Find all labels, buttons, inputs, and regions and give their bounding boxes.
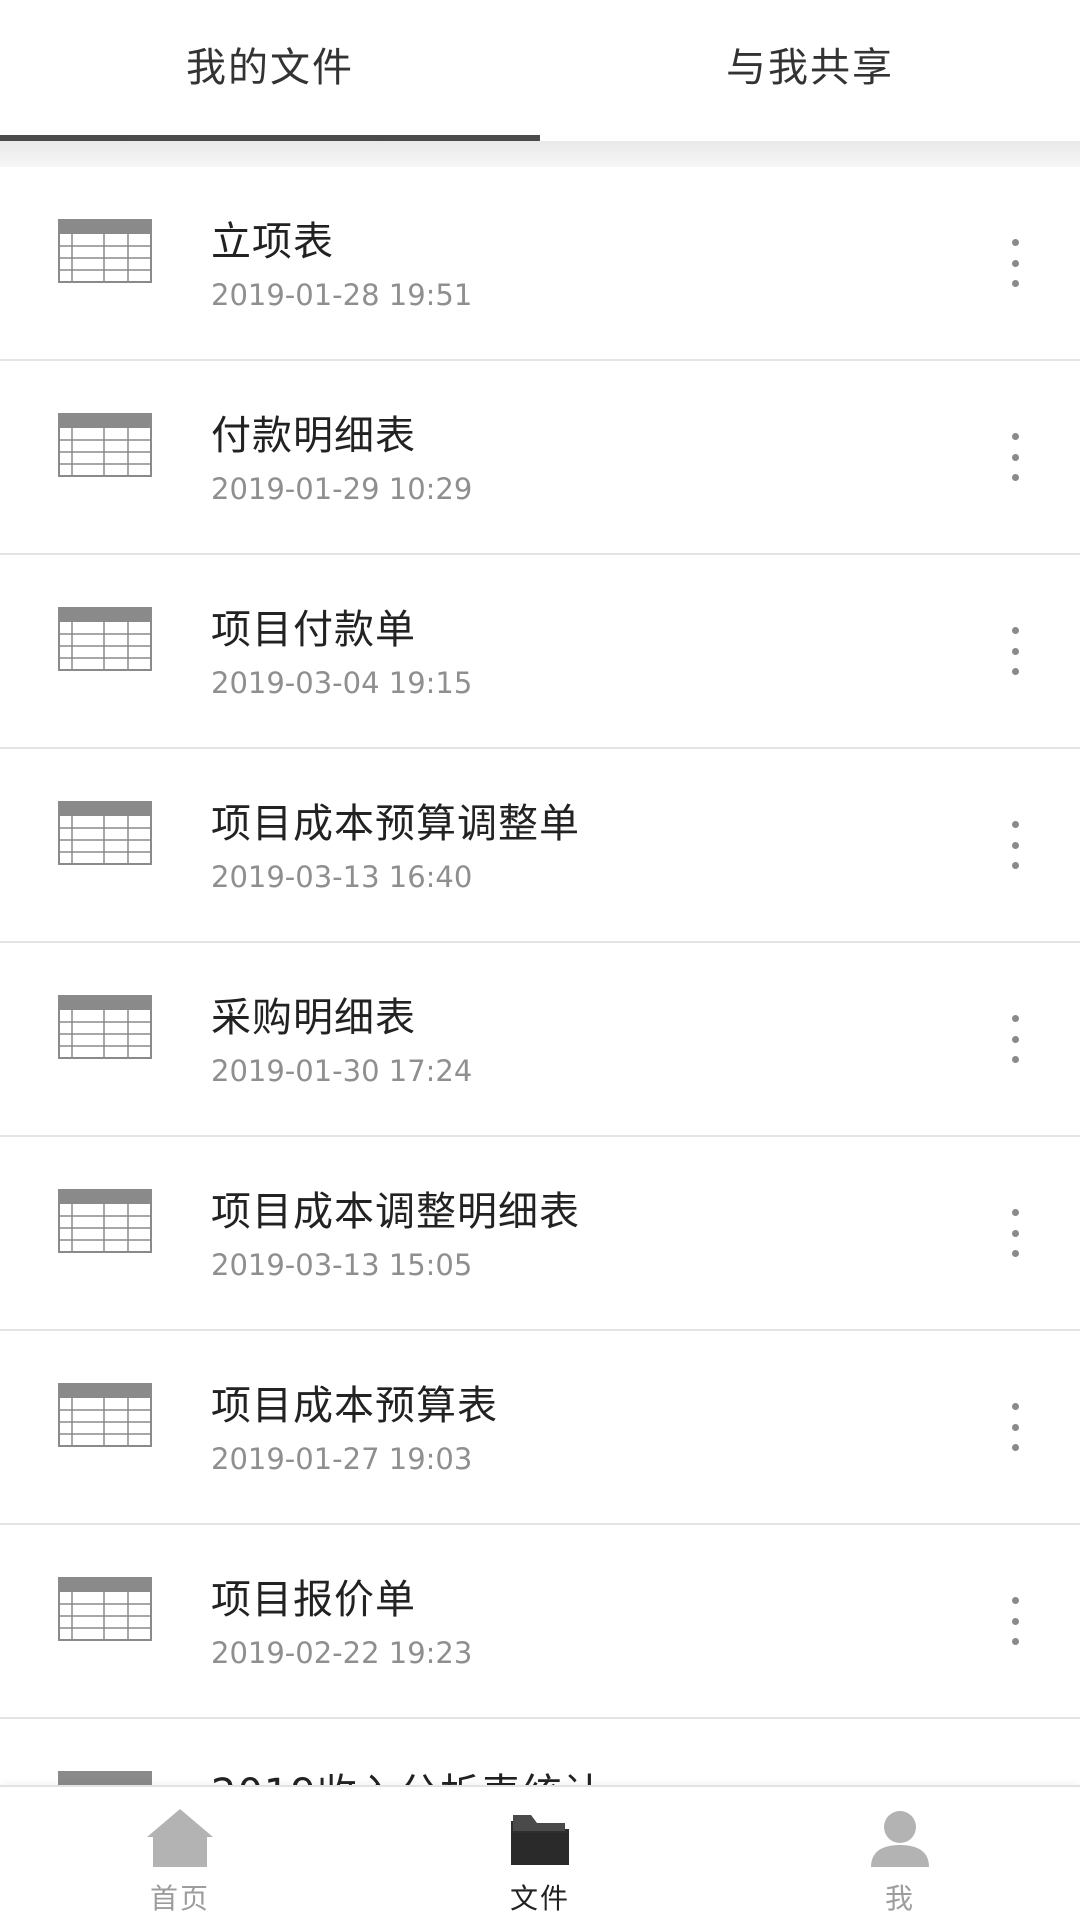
file-name: 项目付款单 xyxy=(211,607,416,653)
file-time: 2019-01-29 10:29 xyxy=(211,472,473,506)
spreadsheet-icon xyxy=(58,1383,152,1447)
file-name: 项目成本预算调整单 xyxy=(211,801,580,847)
bottom-nav: 首页 文件 我 xyxy=(0,1785,1080,1922)
more-vertical-icon[interactable] xyxy=(998,433,1032,481)
file-tabs: 我的文件 与我共享 xyxy=(0,0,1080,141)
file-time: 2019-01-27 19:03 xyxy=(211,1442,473,1476)
spreadsheet-icon xyxy=(58,801,152,865)
file-row[interactable]: 付款明细表 2019-01-29 10:29 xyxy=(0,361,1080,555)
file-time: 2019-01-28 19:51 xyxy=(211,278,473,312)
file-row[interactable]: 项目成本调整明细表 2019-03-13 15:05 xyxy=(0,1137,1080,1331)
more-vertical-icon[interactable] xyxy=(998,239,1032,287)
spreadsheet-icon xyxy=(58,413,152,477)
nav-me-label: 我 xyxy=(884,1882,915,1915)
file-name: 采购明细表 xyxy=(211,995,416,1041)
tab-shared-with-me-label: 与我共享 xyxy=(726,44,894,91)
more-vertical-icon[interactable] xyxy=(998,821,1032,869)
file-list: 立项表 2019-01-28 19:51 付款明细表 2019-01-29 10… xyxy=(0,167,1080,1911)
nav-me[interactable]: 我 xyxy=(720,1787,1080,1922)
file-row[interactable]: 项目成本预算表 2019-01-27 19:03 xyxy=(0,1331,1080,1525)
more-vertical-icon[interactable] xyxy=(998,1597,1032,1645)
spreadsheet-icon xyxy=(58,219,152,283)
nav-files-label: 文件 xyxy=(509,1882,570,1915)
spreadsheet-icon xyxy=(58,1189,152,1253)
file-row[interactable]: 项目报价单 2019-02-22 19:23 xyxy=(0,1525,1080,1719)
file-name: 立项表 xyxy=(211,219,334,265)
file-name: 项目报价单 xyxy=(211,1577,416,1623)
tabs-shadow xyxy=(0,141,1080,167)
more-vertical-icon[interactable] xyxy=(998,627,1032,675)
home-icon xyxy=(147,1809,213,1867)
file-time: 2019-02-22 19:23 xyxy=(211,1636,473,1670)
nav-home-label: 首页 xyxy=(149,1882,210,1915)
spreadsheet-icon xyxy=(58,607,152,671)
file-name: 项目成本调整明细表 xyxy=(211,1189,580,1235)
tab-shared-with-me[interactable]: 与我共享 xyxy=(540,0,1080,141)
file-name: 项目成本预算表 xyxy=(211,1383,498,1429)
file-time: 2019-03-13 15:05 xyxy=(211,1248,473,1282)
person-icon xyxy=(871,1811,929,1867)
spreadsheet-icon xyxy=(58,995,152,1059)
file-row[interactable]: 立项表 2019-01-28 19:51 xyxy=(0,167,1080,361)
folder-icon xyxy=(511,1815,569,1865)
more-vertical-icon[interactable] xyxy=(998,1403,1032,1451)
file-time: 2019-03-13 16:40 xyxy=(211,860,473,894)
nav-files[interactable]: 文件 xyxy=(360,1787,720,1922)
tab-my-files[interactable]: 我的文件 xyxy=(0,0,540,141)
file-name: 付款明细表 xyxy=(211,413,416,459)
file-row[interactable]: 项目付款单 2019-03-04 19:15 xyxy=(0,555,1080,749)
file-time: 2019-01-30 17:24 xyxy=(211,1054,473,1088)
file-time: 2019-03-04 19:15 xyxy=(211,666,473,700)
more-vertical-icon[interactable] xyxy=(998,1015,1032,1063)
file-row[interactable]: 采购明细表 2019-01-30 17:24 xyxy=(0,943,1080,1137)
file-row[interactable]: 项目成本预算调整单 2019-03-13 16:40 xyxy=(0,749,1080,943)
more-vertical-icon[interactable] xyxy=(998,1209,1032,1257)
nav-home[interactable]: 首页 xyxy=(0,1787,360,1922)
spreadsheet-icon xyxy=(58,1577,152,1641)
tab-my-files-label: 我的文件 xyxy=(186,44,354,91)
